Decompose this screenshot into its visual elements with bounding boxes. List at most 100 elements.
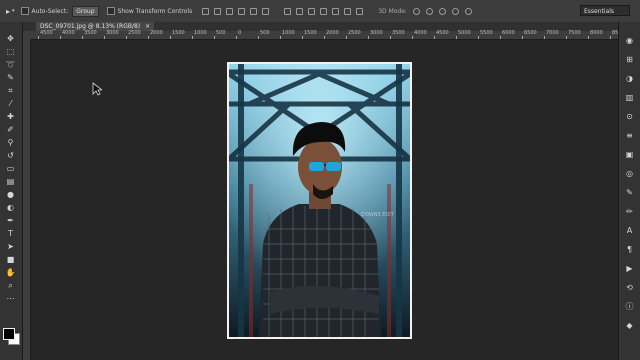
foreground-color-swatch[interactable] — [3, 328, 15, 340]
zoom-tool[interactable]: ⌕ — [5, 281, 16, 290]
hand-tool[interactable]: ✋ — [5, 268, 16, 277]
move-tool-preset[interactable]: ▸ ▾ — [6, 7, 15, 16]
auto-select-checkbox[interactable] — [20, 7, 29, 15]
adjustments-panel-icon[interactable]: ◑ — [624, 74, 635, 83]
character-panel-icon-glyph: A — [626, 226, 633, 235]
ruler-tick-mark — [258, 36, 259, 39]
show-transform-option[interactable]: Show Transform Controls — [106, 7, 192, 15]
type-tool[interactable]: T — [5, 229, 16, 238]
styles-panel-icon[interactable]: ◆ — [624, 321, 635, 330]
3d-scale-icon[interactable] — [464, 7, 472, 15]
ruler-tick-label: 2000 — [150, 30, 163, 36]
info-panel-icon[interactable]: ⓘ — [624, 302, 635, 311]
ruler-tick-mark — [214, 36, 215, 39]
histogram-panel-icon[interactable]: ▥ — [624, 93, 635, 102]
distribute-left-icon[interactable] — [320, 7, 328, 15]
dodge-tool[interactable]: ◐ — [5, 203, 16, 212]
ruler-horizontal[interactable]: 4500 4000 3500 3000 2500 2000 1500 1000 500 0 500 1… — [32, 30, 625, 40]
clone-stamp-tool[interactable]: ⚲ — [5, 138, 16, 147]
paragraph-panel-icon[interactable]: ¶ — [624, 245, 635, 254]
lasso-tool[interactable]: ➰ — [5, 60, 16, 69]
actions-panel-icon-glyph: ▶ — [626, 264, 633, 273]
distribute-right-icon[interactable] — [344, 7, 352, 15]
3d-rotate-icon[interactable] — [412, 7, 420, 15]
align-horizontal-center-icon[interactable] — [250, 7, 258, 15]
distribute-horizontal-center-icon[interactable] — [332, 7, 340, 15]
color-panel-icon[interactable]: ◉ — [624, 36, 635, 45]
distribute-top-icon[interactable] — [284, 7, 292, 15]
move-icon: ✥ — [7, 34, 14, 43]
distribute-vertical-center-icon[interactable] — [296, 7, 304, 15]
healing-brush-tool[interactable]: ✚ — [5, 112, 16, 121]
crop-tool[interactable]: ⌗ — [5, 86, 16, 95]
quick-select-icon: ✎ — [7, 73, 14, 82]
brush-tool[interactable]: ✐ — [5, 125, 16, 134]
blur-tool[interactable]: ● — [5, 190, 16, 199]
ruler-tick-mark — [412, 36, 413, 39]
chevron-down-icon: ▾ — [12, 7, 15, 14]
gradient-tool[interactable]: ▤ — [5, 177, 16, 186]
history-brush-icon: ↺ — [7, 151, 14, 160]
ruler-tick-label: 6000 — [502, 30, 515, 36]
pen-tool[interactable]: ✒ — [5, 216, 16, 225]
styles-panel-icon-glyph: ◆ — [626, 321, 633, 330]
ruler-tick-label: 3500 — [392, 30, 405, 36]
shape-icon: ■ — [6, 255, 15, 264]
photo-content: DOWNS EDIT — [229, 64, 410, 337]
properties-panel-icon-glyph: ≡ — [626, 131, 633, 140]
ruler-origin[interactable] — [22, 31, 32, 39]
crop-icon: ⌗ — [8, 86, 13, 95]
character-panel-icon[interactable]: A — [624, 226, 635, 235]
document-canvas-image[interactable]: DOWNS EDIT — [227, 62, 412, 339]
workspace-switcher[interactable]: Essentials — [580, 5, 630, 16]
path-select-tool[interactable]: ➤ — [5, 242, 16, 251]
auto-select-option[interactable]: Auto-Select: — [20, 7, 68, 15]
actions-panel-icon[interactable]: ▶ — [624, 264, 635, 273]
move-tool[interactable]: ✥ — [5, 34, 16, 43]
navigator-panel-icon[interactable]: ⊙ — [624, 112, 635, 121]
marquee-tool[interactable]: ⬚ — [5, 47, 16, 56]
ruler-tick-mark — [390, 36, 391, 39]
layers-panel-icon[interactable]: ▣ — [624, 150, 635, 159]
quick-select-tool[interactable]: ✎ — [5, 73, 16, 82]
channels-panel-icon[interactable]: ◎ — [624, 169, 635, 178]
align-vertical-center-icon[interactable] — [214, 7, 222, 15]
close-icon[interactable]: × — [145, 23, 150, 30]
ruler-tick-mark — [610, 36, 611, 39]
pen-icon: ✒ — [7, 216, 14, 225]
auto-align-icon[interactable] — [356, 7, 364, 15]
ruler-tick-label: 7500 — [568, 30, 581, 36]
ruler-tick-mark — [60, 36, 61, 39]
3d-drag-icon[interactable] — [438, 7, 446, 15]
history-panel-icon[interactable]: ⟲ — [624, 283, 635, 292]
align-top-icon[interactable] — [202, 7, 210, 15]
swatches-panel-icon[interactable]: ⊞ — [624, 55, 635, 64]
group-dropdown[interactable]: Group — [72, 5, 99, 17]
distribute-bottom-icon[interactable] — [308, 7, 316, 15]
ruler-tick-label: 500 — [216, 30, 226, 36]
3d-slide-icon[interactable] — [451, 7, 459, 15]
eraser-icon: ▭ — [6, 164, 15, 173]
blur-icon: ● — [7, 190, 14, 199]
marquee-icon: ⬚ — [6, 47, 15, 56]
history-panel-icon-glyph: ⟲ — [626, 283, 633, 292]
ruler-vertical[interactable] — [22, 39, 31, 360]
properties-panel-icon[interactable]: ≡ — [624, 131, 635, 140]
eyedropper-tool[interactable]: ⁄ — [5, 99, 16, 108]
ruler-tick-mark — [104, 36, 105, 39]
show-transform-checkbox[interactable] — [106, 7, 115, 15]
align-bottom-icon[interactable] — [226, 7, 234, 15]
eraser-tool[interactable]: ▭ — [5, 164, 16, 173]
align-left-icon[interactable] — [238, 7, 246, 15]
edit-toolbar-tool[interactable]: ⋯ — [5, 294, 16, 303]
align-right-icon[interactable] — [262, 7, 270, 15]
3d-roll-icon[interactable] — [425, 7, 433, 15]
history-brush-tool[interactable]: ↺ — [5, 151, 16, 160]
paths-panel-icon[interactable]: ✎ — [624, 188, 635, 197]
shape-tool[interactable]: ■ — [5, 255, 16, 264]
brushes-panel-icon[interactable]: ✏ — [624, 207, 635, 216]
swatches-panel-icon-glyph: ⊞ — [626, 55, 633, 64]
ruler-tick-mark — [126, 36, 127, 39]
dodge-icon: ◐ — [7, 203, 14, 212]
hand-icon: ✋ — [5, 268, 16, 277]
